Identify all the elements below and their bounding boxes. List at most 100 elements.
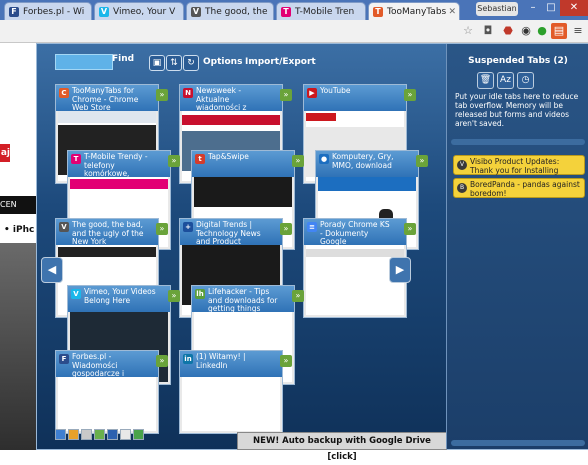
- browser-tab-strip: F Forbes.pl - Wi V Vimeo, Your V V The g…: [0, 0, 588, 20]
- restore-arrow-icon[interactable]: »: [156, 355, 168, 367]
- vimeo-icon: V: [71, 289, 81, 299]
- menu-icon[interactable]: ≡: [570, 23, 586, 39]
- forbes-favicon-icon: F: [9, 7, 19, 17]
- tab-card-title: V The good, the bad, and the ugly of the…: [56, 219, 158, 245]
- pocket-icon[interactable]: ◘: [480, 23, 496, 39]
- find-label[interactable]: Find: [112, 54, 134, 64]
- suspended-tab-item[interactable]: V Visibo Product Updates: Thank you for …: [453, 155, 585, 175]
- browser-tab-tmobile[interactable]: T T-Mobile Tren: [276, 2, 366, 20]
- restore-arrow-icon[interactable]: »: [416, 155, 428, 167]
- tab-card-title: F Forbes.pl - Wiadomości gospodarcze i f…: [56, 351, 158, 377]
- tab-card-title: ≡ Porady Chrome KS - Dokumenty Google: [304, 219, 406, 245]
- color-group-green2[interactable]: [133, 429, 144, 440]
- browser-tab-label: Vimeo, Your V: [113, 7, 176, 17]
- browser-tab-label: T-Mobile Tren: [295, 7, 355, 17]
- divider: [451, 139, 585, 145]
- tab-thumbnail: [58, 377, 156, 431]
- divider: [451, 440, 585, 446]
- sort-icon[interactable]: ⇅: [166, 55, 182, 71]
- newsweek-icon: N: [183, 88, 193, 98]
- browser-tab-toomanytabs[interactable]: T TooManyTabs ✕: [368, 2, 460, 20]
- trash-icon[interactable]: 🗑: [477, 72, 494, 89]
- browser-tab-label: The good, the: [205, 7, 268, 17]
- browser-tab-vimeo[interactable]: V Vimeo, Your V: [94, 2, 184, 20]
- toomanytabs-icon[interactable]: ▤: [551, 23, 567, 39]
- restore-arrow-icon[interactable]: »: [292, 155, 304, 167]
- restore-arrow-icon[interactable]: »: [280, 355, 292, 367]
- tab-card-title: ▶ YouTube: [304, 85, 406, 111]
- restore-arrow-icon[interactable]: »: [168, 155, 180, 167]
- tab-card[interactable]: F Forbes.pl - Wiadomości gospodarcze i f…: [55, 350, 168, 434]
- youtube-icon: ▶: [307, 88, 317, 98]
- browser-toolbar: ☆ ◘ ⬣ ◉ ● ▤ ≡: [0, 20, 588, 43]
- restore-arrow-icon[interactable]: »: [156, 89, 168, 101]
- refresh-icon[interactable]: ↻: [183, 55, 199, 71]
- adblock-icon[interactable]: ⬣: [500, 23, 516, 39]
- digitaltrends-icon: +: [183, 222, 193, 232]
- forbes-icon: F: [59, 354, 69, 364]
- close-tab-icon[interactable]: ✕: [448, 3, 456, 20]
- lifehacker-icon: lh: [195, 289, 205, 299]
- scroll-left-button[interactable]: ◀: [41, 257, 63, 283]
- linkedin-icon: in: [183, 354, 193, 364]
- browser-tab-forbes[interactable]: F Forbes.pl - Wi: [4, 2, 92, 20]
- clock-icon[interactable]: ◷: [517, 72, 534, 89]
- suspended-tab-item[interactable]: B BoredPanda - pandas against boredom!: [453, 178, 585, 198]
- suspended-tabs-description: Put your idle tabs here to reduce tab ov…: [455, 92, 579, 128]
- restore-arrow-icon[interactable]: »: [404, 223, 416, 235]
- background-red-label: aj: [0, 144, 10, 162]
- color-group-orange[interactable]: [68, 429, 79, 440]
- scroll-right-button[interactable]: ▶: [389, 257, 411, 283]
- options-link[interactable]: Options: [203, 57, 242, 67]
- color-group-white[interactable]: [120, 429, 131, 440]
- background-nav-bar: CEN: [0, 196, 36, 214]
- toomanytabs-topbar: Find ▣ ⇅ ↻ Options Import/Export: [37, 44, 445, 76]
- color-group-darkblue[interactable]: [107, 429, 118, 440]
- restore-arrow-icon[interactable]: »: [404, 89, 416, 101]
- layout-icon[interactable]: ▣: [149, 55, 165, 71]
- background-page: aj CEN • iPhc: [0, 43, 36, 450]
- verge-icon: V: [59, 222, 69, 232]
- tab-card-title: N Newsweek - Aktualne wiadomości z Polsk…: [180, 85, 282, 111]
- tab-card[interactable]: in (1) Witamy! | LinkedIn »: [179, 350, 292, 434]
- restore-arrow-icon[interactable]: »: [292, 290, 304, 302]
- visibo-icon: V: [457, 160, 467, 170]
- tapswipe-icon: t: [195, 154, 205, 164]
- tab-card-title: lh Lifehacker - Tips and downloads for g…: [192, 286, 294, 312]
- backup-banner[interactable]: NEW! Auto backup with Google Drive [clic…: [237, 432, 447, 462]
- restore-arrow-icon[interactable]: »: [168, 290, 180, 302]
- suspended-tabs-panel: Suspended Tabs (2) 🗑 Az ◷ Put your idle …: [446, 44, 588, 449]
- background-headline: • iPhc: [4, 225, 35, 235]
- profile-button[interactable]: Sebastian: [476, 2, 518, 16]
- extension-icon[interactable]: ◉: [518, 23, 534, 39]
- komputery-icon: ●: [319, 154, 329, 164]
- tab-card-title: T T-Mobile Trendy - telefony komórkowe, …: [68, 151, 170, 177]
- star-icon[interactable]: ☆: [460, 23, 476, 39]
- browser-tab-label: TooManyTabs: [387, 7, 447, 17]
- restore-arrow-icon[interactable]: »: [280, 223, 292, 235]
- import-export-link[interactable]: Import/Export: [245, 57, 316, 67]
- tab-thumbnail: [182, 377, 280, 431]
- color-group-green[interactable]: [94, 429, 105, 440]
- background-photo: [0, 243, 36, 450]
- restore-arrow-icon[interactable]: »: [280, 89, 292, 101]
- browser-tab-verge[interactable]: V The good, the: [186, 2, 274, 20]
- close-window-button[interactable]: ✕: [560, 0, 588, 16]
- boredpanda-icon: B: [457, 183, 467, 193]
- color-group-gray[interactable]: [81, 429, 92, 440]
- tab-card-title: t Tap&Swipe: [192, 151, 294, 177]
- vimeo-favicon-icon: V: [99, 7, 109, 17]
- restore-arrow-icon[interactable]: »: [156, 223, 168, 235]
- maximize-button[interactable]: □: [542, 0, 560, 16]
- toomanytabs-favicon-icon: T: [373, 7, 383, 17]
- sort-az-icon[interactable]: Az: [497, 72, 514, 89]
- color-group-selector: [55, 429, 146, 443]
- tab-card-title: + Digital Trends | Technology News and P…: [180, 219, 282, 245]
- minimize-button[interactable]: –: [524, 0, 542, 16]
- verge-favicon-icon: V: [191, 7, 201, 17]
- green-circle-icon[interactable]: ●: [534, 23, 550, 39]
- color-group-blue[interactable]: [55, 429, 66, 440]
- tab-card-title: ● Komputery, Gry, MMO, download: [316, 151, 418, 177]
- find-input[interactable]: [55, 54, 113, 70]
- google-docs-icon: ≡: [307, 222, 317, 232]
